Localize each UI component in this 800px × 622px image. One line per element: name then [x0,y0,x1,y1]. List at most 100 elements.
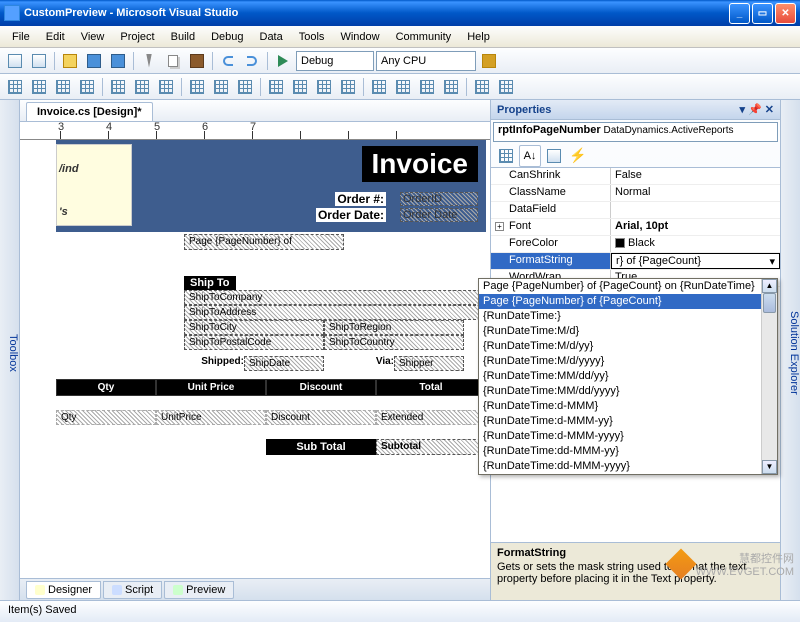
field-shipcity[interactable]: ShipToCity [184,320,324,335]
hspace-dec-button[interactable] [313,76,335,98]
field-shippostal[interactable]: ShipToPostalCode [184,335,324,350]
vspace-inc-button[interactable] [392,76,414,98]
scroll-down-icon[interactable]: ▼ [762,460,777,474]
page-header-band[interactable]: /ind's Invoice Order #: OrderID Order Da… [56,140,486,232]
size-both-button[interactable] [234,76,256,98]
field-shipcountry[interactable]: ShipToCountry [324,335,464,350]
menu-help[interactable]: Help [459,28,498,46]
subtotal-label[interactable]: Sub Total [266,439,376,455]
align-bottom-button[interactable] [155,76,177,98]
dropdown-item[interactable]: {RunDateTime:dd-MMM-yyyy} [479,459,777,474]
detail-price[interactable]: UnitPrice [156,410,266,425]
menu-build[interactable]: Build [163,28,203,46]
subtotal-field[interactable]: Subtotal [376,439,486,455]
property-row-forecolor[interactable]: ForeColorBlack [491,236,780,253]
align-top-button[interactable] [107,76,129,98]
property-row-classname[interactable]: ClassNameNormal [491,185,780,202]
shipto-header[interactable]: Ship To [184,276,236,290]
hspace-equal-button[interactable] [265,76,287,98]
via-field[interactable]: Shipper [394,356,464,371]
menu-project[interactable]: Project [112,28,162,46]
dropdown-item[interactable]: Page {PageNumber} of {PageCount} [479,294,777,309]
menu-view[interactable]: View [73,28,113,46]
object-selector[interactable]: rptInfoPageNumber DataDynamics.ActiveRep… [493,122,778,142]
dropdown-item[interactable]: {RunDateTime:M/d/yyyy} [479,354,777,369]
date-label[interactable]: Order Date: [316,208,386,222]
config-combo[interactable]: Debug [296,51,374,71]
tab-preview[interactable]: Preview [164,581,234,599]
hspace-remove-button[interactable] [337,76,359,98]
vspace-dec-button[interactable] [416,76,438,98]
formatstring-dropdown[interactable]: Page {PageNumber} of {PageCount} on {Run… [478,278,778,475]
categorized-button[interactable] [495,145,517,167]
start-debug-button[interactable] [272,50,294,72]
add-item-button[interactable] [28,50,50,72]
dropdown-item[interactable]: {RunDateTime:dd-MMM-yy} [479,444,777,459]
via-label[interactable]: Via: [344,356,394,371]
dropdown-item[interactable]: {RunDateTime:d-MMM} [479,399,777,414]
invoice-title[interactable]: Invoice [362,146,478,182]
new-project-button[interactable] [4,50,26,72]
align-grid-button[interactable] [4,76,26,98]
bring-front-button[interactable] [471,76,493,98]
close-button[interactable]: ✕ [775,3,796,24]
events-button[interactable]: ⚡ [567,145,589,167]
undo-button[interactable] [217,50,239,72]
order-field[interactable]: OrderID [400,192,478,206]
logo-label[interactable]: /ind's [56,144,132,226]
save-button[interactable] [83,50,105,72]
menu-community[interactable]: Community [388,28,460,46]
open-button[interactable] [59,50,81,72]
property-row-formatstring[interactable]: FormatStringr} of {PageCount} ▾ [491,253,780,270]
scroll-up-icon[interactable]: ▲ [762,279,777,293]
cut-button[interactable] [138,50,160,72]
menu-window[interactable]: Window [332,28,387,46]
property-row-canshrink[interactable]: CanShrinkFalse [491,168,780,185]
send-back-button[interactable] [495,76,517,98]
field-shipcompany[interactable]: ShipToCompany [184,290,486,305]
dropdown-item[interactable]: {RunDateTime:} [479,309,777,324]
dropdown-item[interactable]: {RunDateTime:M/d} [479,324,777,339]
find-button[interactable] [478,50,500,72]
dropdown-item[interactable]: {RunDateTime:MM/dd/yyyy} [479,384,777,399]
tab-designer[interactable]: Designer [26,581,101,599]
group-header-band[interactable]: Ship To ShipToCompany ShipToAddress Ship… [56,276,486,396]
hspace-inc-button[interactable] [289,76,311,98]
menu-data[interactable]: Data [252,28,291,46]
properties-button[interactable] [543,145,565,167]
align-left-button[interactable] [28,76,50,98]
shipped-label[interactable]: Shipped: [184,356,244,371]
detail-extended[interactable]: Extended [376,410,486,425]
menu-edit[interactable]: Edit [38,28,73,46]
tab-script[interactable]: Script [103,581,162,599]
platform-combo[interactable]: Any CPU [376,51,476,71]
doc-tab-invoice[interactable]: Invoice.cs [Design]* [26,102,153,121]
field-shipaddress[interactable]: ShipToAddress [184,305,486,320]
align-center-button[interactable] [52,76,74,98]
detail-band[interactable]: Qty UnitPrice Discount Extended [56,410,486,425]
alphabetical-button[interactable]: A↓ [519,145,541,167]
solution-explorer-tab[interactable]: Solution Explorer [780,100,800,600]
align-right-button[interactable] [76,76,98,98]
toolbox-tab[interactable]: Toolbox [0,100,20,600]
field-shipregion[interactable]: ShipToRegion [324,320,464,335]
dropdown-scrollbar[interactable]: ▲ ▼ [761,279,777,474]
design-surface[interactable]: /ind's Invoice Order #: OrderID Order Da… [20,140,490,578]
shipped-field[interactable]: ShipDate [244,356,324,371]
detail-discount[interactable]: Discount [266,410,376,425]
detail-qty[interactable]: Qty [56,410,156,425]
size-height-button[interactable] [210,76,232,98]
save-all-button[interactable] [107,50,129,72]
menu-debug[interactable]: Debug [203,28,251,46]
copy-button[interactable] [162,50,184,72]
menu-file[interactable]: File [4,28,38,46]
menu-tools[interactable]: Tools [291,28,333,46]
column-headers[interactable]: Qty Unit Price Discount Total [56,379,486,396]
vspace-remove-button[interactable] [440,76,462,98]
minimize-button[interactable]: _ [729,3,750,24]
property-row-font[interactable]: +FontArial, 10pt [491,219,780,236]
size-width-button[interactable] [186,76,208,98]
dropdown-item[interactable]: {RunDateTime:d-MMM-yyyy} [479,429,777,444]
dropdown-item[interactable]: {RunDateTime:M/d/yy} [479,339,777,354]
date-field[interactable]: Order Date [400,208,478,222]
